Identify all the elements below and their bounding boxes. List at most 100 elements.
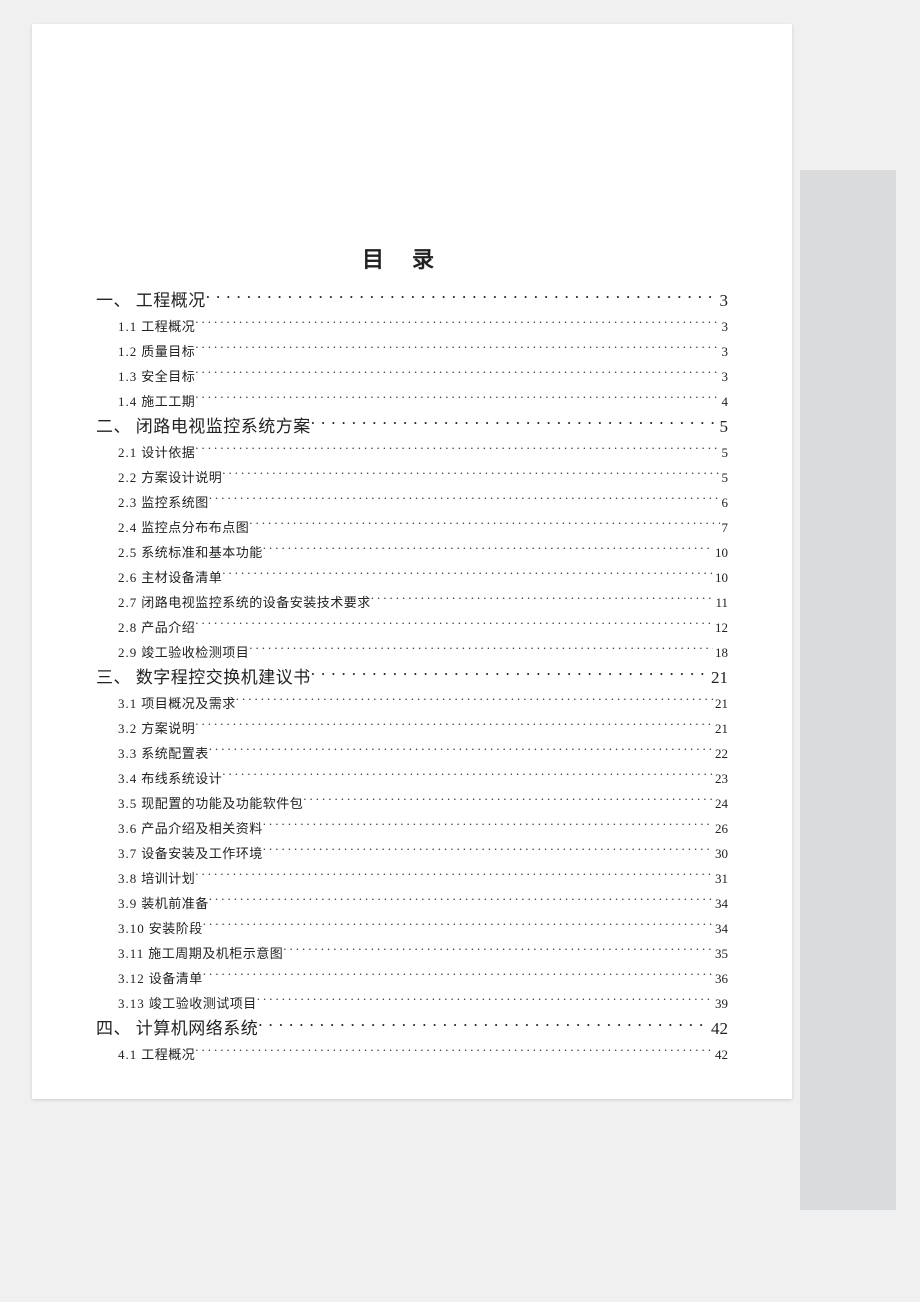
toc-entry: 2.7闭路电视监控系统的设备安装技术要求11 (96, 590, 728, 615)
toc-entry-text: 闭路电视监控系统方案 (136, 417, 311, 436)
toc-entry-number: 四、 (96, 1019, 131, 1038)
toc-entry-label: 3.11施工周期及机柜示意图 (118, 941, 283, 966)
toc-entry-label: 1.3 安全目标 (118, 364, 195, 389)
toc-entry-label: 2.4 监控点分布布点图 (118, 515, 249, 540)
toc-entry-text: 设备安装及工作环境 (141, 846, 263, 861)
toc-entry-text: 系统配置表 (141, 746, 209, 761)
toc-entry-text: 培训计划 (141, 871, 195, 886)
toc-entry-number: 2.4 (118, 520, 137, 535)
toc-entry-label: 2.3监控系统图 (118, 490, 209, 515)
toc-entry-label: 3.13竣工验收测试项目 (118, 991, 257, 1016)
toc-leader-dots (222, 469, 719, 482)
sidebar-shadow (800, 170, 896, 1210)
toc-entry-number: 1.2 (118, 344, 137, 359)
toc-entry-number: 3.9 (118, 896, 137, 911)
toc-entry-number: 3.3 (118, 746, 137, 761)
toc-entry-text: 监控点分布布点图 (141, 520, 249, 535)
toc-entry-number: 2.5 (118, 545, 137, 560)
toc-entry: 1.1 工程概况 3 (96, 314, 728, 339)
toc-entry: 2.2方案设计说明5 (96, 465, 728, 490)
toc-entry-text: 方案设计说明 (141, 470, 222, 485)
toc-entry-text: 质量目标 (141, 344, 195, 359)
toc-entry-number: 一、 (96, 291, 131, 310)
toc-entry-page: 21 (713, 691, 728, 716)
toc-entry-label: 3.7设备安装及工作环境 (118, 841, 263, 866)
toc-entry-text: 监控系统图 (141, 495, 209, 510)
toc-entry: 1.4施工工期4 (96, 389, 728, 414)
toc-entry-number: 1.3 (118, 369, 137, 384)
toc-entry-number: 2.2 (118, 470, 137, 485)
toc-entry-text: 布线系统设计 (141, 771, 222, 786)
toc-entry-text: 安全目标 (141, 369, 195, 384)
toc-leader-dots (371, 594, 714, 607)
toc-entry-label: 3.9装机前准备 (118, 891, 209, 916)
toc-entry-page: 6 (720, 490, 729, 515)
toc-entry-label: 二、 闭路电视监控系统方案 (96, 414, 311, 440)
toc-entry-text: 主材设备清单 (141, 570, 222, 585)
toc-entry-number: 1.1 (118, 319, 137, 334)
toc-entry: 3.3 系统配置表 22 (96, 741, 728, 766)
toc-entry-text: 设计依据 (141, 445, 195, 460)
toc-entry: 3.4 布线系统设计 23 (96, 766, 728, 791)
toc-entry: 2.1设计依据5 (96, 440, 728, 465)
toc-entry-page: 24 (713, 791, 728, 816)
toc-entry-label: 3.5现配置的功能及功能软件包 (118, 791, 303, 816)
toc-entry-text: 工程概况 (136, 291, 206, 310)
toc-entry-page: 4 (720, 389, 729, 414)
toc-entry-number: 3.4 (118, 771, 137, 786)
toc-entry-text: 竣工验收测试项目 (149, 996, 257, 1011)
toc-entry-page: 34 (713, 916, 728, 941)
toc-leader-dots (263, 544, 713, 557)
toc-entry-number: 3.1 (118, 696, 137, 711)
toc-entry: 1.2质量目标3 (96, 339, 728, 364)
toc-entry-label: 2.7 闭路电视监控系统的设备安装技术要求 (118, 590, 371, 615)
toc-entry-number: 2.6 (118, 570, 137, 585)
toc-entry-label: 3.8培训计划 (118, 866, 195, 891)
toc-entry-page: 42 (713, 1042, 728, 1067)
toc-leader-dots (209, 745, 713, 758)
toc-entry: 二、 闭路电视监控系统方案 5 (96, 414, 728, 440)
toc-entry-text: 设备清单 (149, 971, 203, 986)
toc-entry-label: 3.6产品介绍及相关资料 (118, 816, 263, 841)
toc-entry-page: 3 (720, 364, 729, 389)
toc-leader-dots (249, 644, 713, 657)
toc-entry-label: 2.8产品介绍 (118, 615, 195, 640)
toc-entry: 3.11施工周期及机柜示意图 35 (96, 941, 728, 966)
toc-entry-text: 产品介绍及相关资料 (141, 821, 263, 836)
toc-leader-dots (311, 666, 709, 683)
toc-entry-text: 工程概况 (141, 319, 195, 334)
toc-entry-number: 4.1 (118, 1047, 137, 1062)
toc-leader-dots (258, 1017, 709, 1034)
toc-entry-label: 1.2 质量目标 (118, 339, 195, 364)
toc-entry: 三、 数字程控交换机建议书21 (96, 665, 728, 691)
toc-entry-page: 5 (718, 414, 729, 440)
toc-entry: 3.12设备清单36 (96, 966, 728, 991)
toc-entry-number: 2.7 (118, 595, 137, 610)
toc-entry: 2.9竣工验收检测项目18 (96, 640, 728, 665)
toc-entry-text: 方案说明 (141, 721, 195, 736)
toc-entry-text: 闭路电视监控系统的设备安装技术要求 (141, 595, 371, 610)
toc-entry-label: 2.2 方案设计说明 (118, 465, 222, 490)
toc-entry-page: 42 (709, 1016, 728, 1042)
toc-entry-label: 3.12设备清单 (118, 966, 203, 991)
toc-entry: 2.4监控点分布布点图7 (96, 515, 728, 540)
toc-entry-label: 2.9竣工验收检测项目 (118, 640, 249, 665)
toc-leader-dots (195, 870, 713, 883)
toc-leader-dots (203, 970, 713, 983)
toc-entry-page: 22 (713, 741, 728, 766)
toc-entry-page: 23 (713, 766, 728, 791)
toc-entry-page: 35 (713, 941, 728, 966)
toc-leader-dots (195, 619, 713, 632)
toc-entry-number: 1.4 (118, 394, 137, 409)
toc-entry: 2.5系统标准和基本功能10 (96, 540, 728, 565)
toc-leader-dots (283, 945, 713, 958)
toc-entry-label: 三、 数字程控交换机建议书 (96, 665, 311, 691)
toc-entry-number: 2.9 (118, 645, 137, 660)
toc-entry-page: 21 (713, 716, 728, 741)
toc-entry: 3.13竣工验收测试项目39 (96, 991, 728, 1016)
toc-entry-label: 2.1设计依据 (118, 440, 195, 465)
toc-leader-dots (195, 343, 719, 356)
toc-entry: 3.5现配置的功能及功能软件包 24 (96, 791, 728, 816)
toc-entry: 2.6主材设备清单10 (96, 565, 728, 590)
toc-entry-page: 3 (720, 314, 729, 339)
